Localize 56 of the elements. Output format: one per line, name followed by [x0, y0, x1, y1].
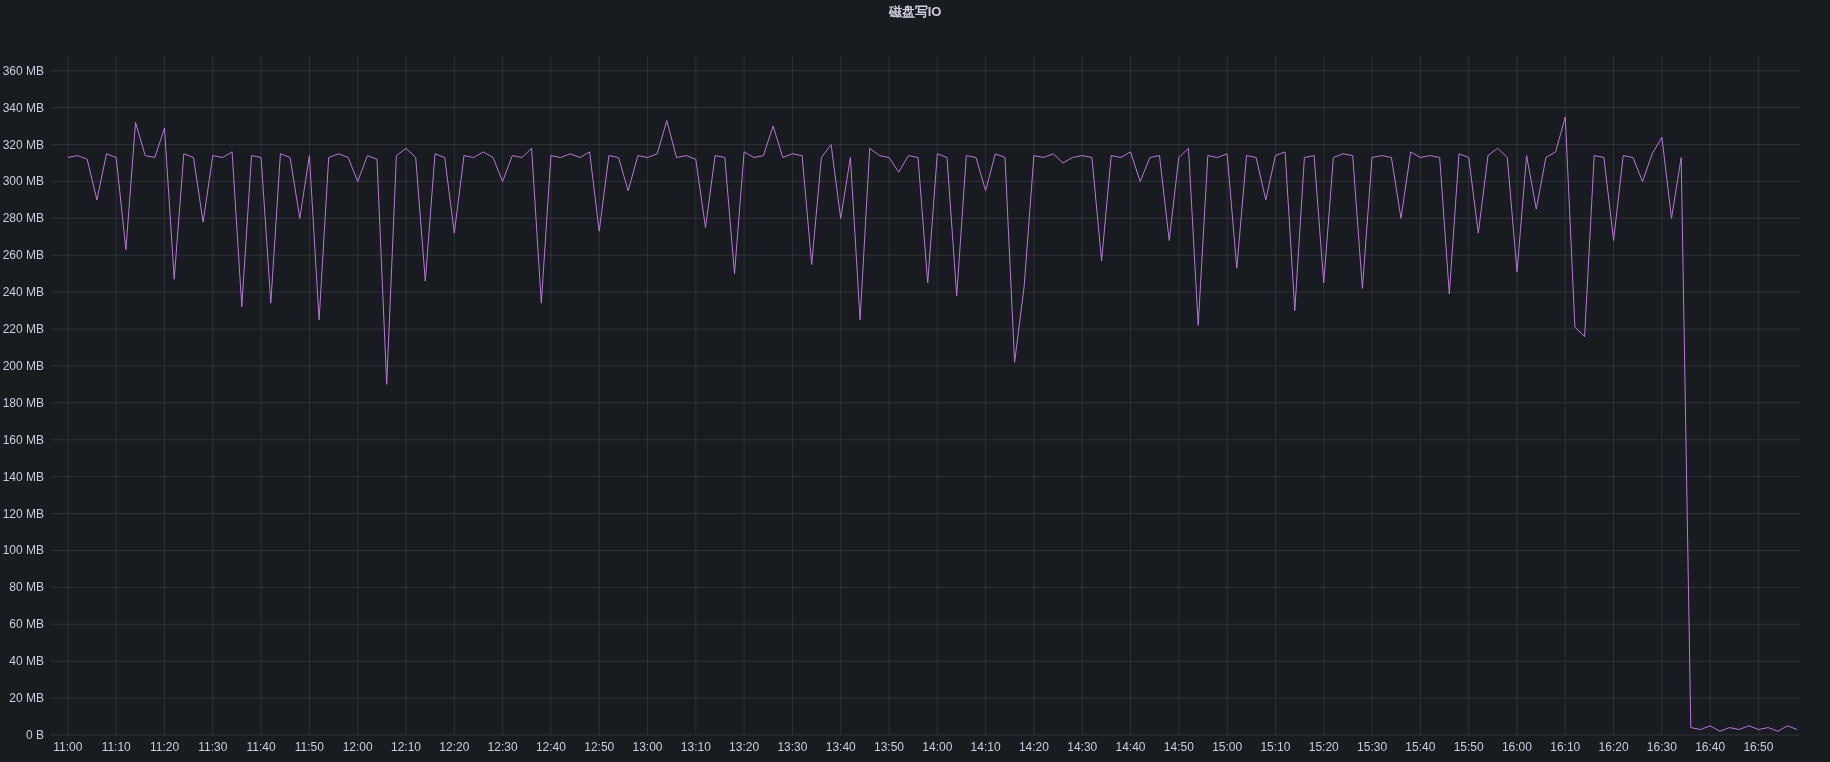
y-axis-label: 180 MB	[2, 395, 44, 410]
x-axis-label: 14:00	[922, 740, 953, 754]
y-axis-label: 260 MB	[2, 248, 44, 263]
x-axis-label: 12:30	[487, 740, 518, 754]
x-axis-label: 13:10	[680, 740, 711, 754]
x-axis-label: 13:40	[825, 740, 856, 754]
y-axis-label: 140 MB	[2, 469, 44, 484]
y-axis-label: 40 MB	[9, 654, 44, 669]
y-axis-label: 20 MB	[9, 691, 44, 706]
x-axis-label: 16:20	[1598, 740, 1629, 754]
x-axis-label: 14:40	[1115, 740, 1146, 754]
y-axis-label: 340 MB	[2, 100, 44, 115]
x-axis-label: 11:40	[246, 740, 276, 754]
x-axis-label: 14:10	[970, 740, 1001, 754]
y-axis-label: 100 MB	[2, 543, 44, 558]
y-axis-label: 200 MB	[2, 359, 44, 373]
x-axis-label: 11:10	[101, 740, 131, 754]
x-axis-label: 12:10	[391, 740, 422, 754]
x-axis-label: 12:20	[439, 740, 470, 754]
y-axis-label: 240 MB	[2, 285, 44, 300]
y-axis-label: 280 MB	[2, 211, 44, 226]
x-axis-label: 11:00	[53, 740, 83, 754]
y-axis-label: 220 MB	[2, 322, 44, 337]
x-axis-label: 14:20	[1018, 740, 1049, 754]
x-axis-label: 13:20	[729, 740, 760, 754]
x-axis-label: 11:30	[198, 740, 228, 754]
x-axis-label: 14:50	[1163, 740, 1194, 754]
y-axis-label: 0 B	[26, 728, 44, 742]
x-axis-label: 16:50	[1743, 740, 1774, 754]
y-axis-label: 320 MB	[2, 137, 44, 152]
x-axis-label: 12:50	[584, 740, 615, 754]
x-axis-label: 11:20	[149, 740, 180, 754]
panel-title: 磁盘写IO	[888, 3, 942, 21]
x-axis-label: 16:10	[1550, 740, 1581, 754]
x-axis-label: 14:30	[1067, 740, 1098, 754]
x-axis-label: 12:40	[535, 740, 566, 754]
x-axis-label: 13:50	[874, 740, 905, 754]
y-axis-label: 160 MB	[2, 432, 44, 447]
y-axis-label: 360 MB	[2, 63, 44, 78]
x-axis-label: 15:10	[1260, 740, 1291, 754]
x-axis-label: 15:00	[1212, 740, 1243, 754]
x-axis-label: 13:00	[632, 740, 663, 754]
y-axis-label: 60 MB	[9, 617, 44, 632]
x-axis-label: 15:20	[1308, 740, 1339, 754]
x-axis-label: 12:00	[342, 740, 373, 754]
x-axis-label: 16:30	[1646, 740, 1677, 754]
x-axis-label: 15:50	[1453, 740, 1484, 754]
x-axis-label: 15:40	[1405, 740, 1436, 754]
x-axis-label: 15:30	[1357, 740, 1388, 754]
y-axis-label: 120 MB	[2, 506, 44, 521]
x-axis-label: 16:00	[1501, 740, 1532, 754]
y-axis-label: 80 MB	[9, 580, 44, 595]
x-axis-label: 13:30	[777, 740, 808, 754]
y-axis-label: 300 MB	[2, 174, 44, 189]
x-axis-label: 11:50	[294, 740, 324, 754]
x-axis-label: 16:40	[1695, 740, 1726, 754]
